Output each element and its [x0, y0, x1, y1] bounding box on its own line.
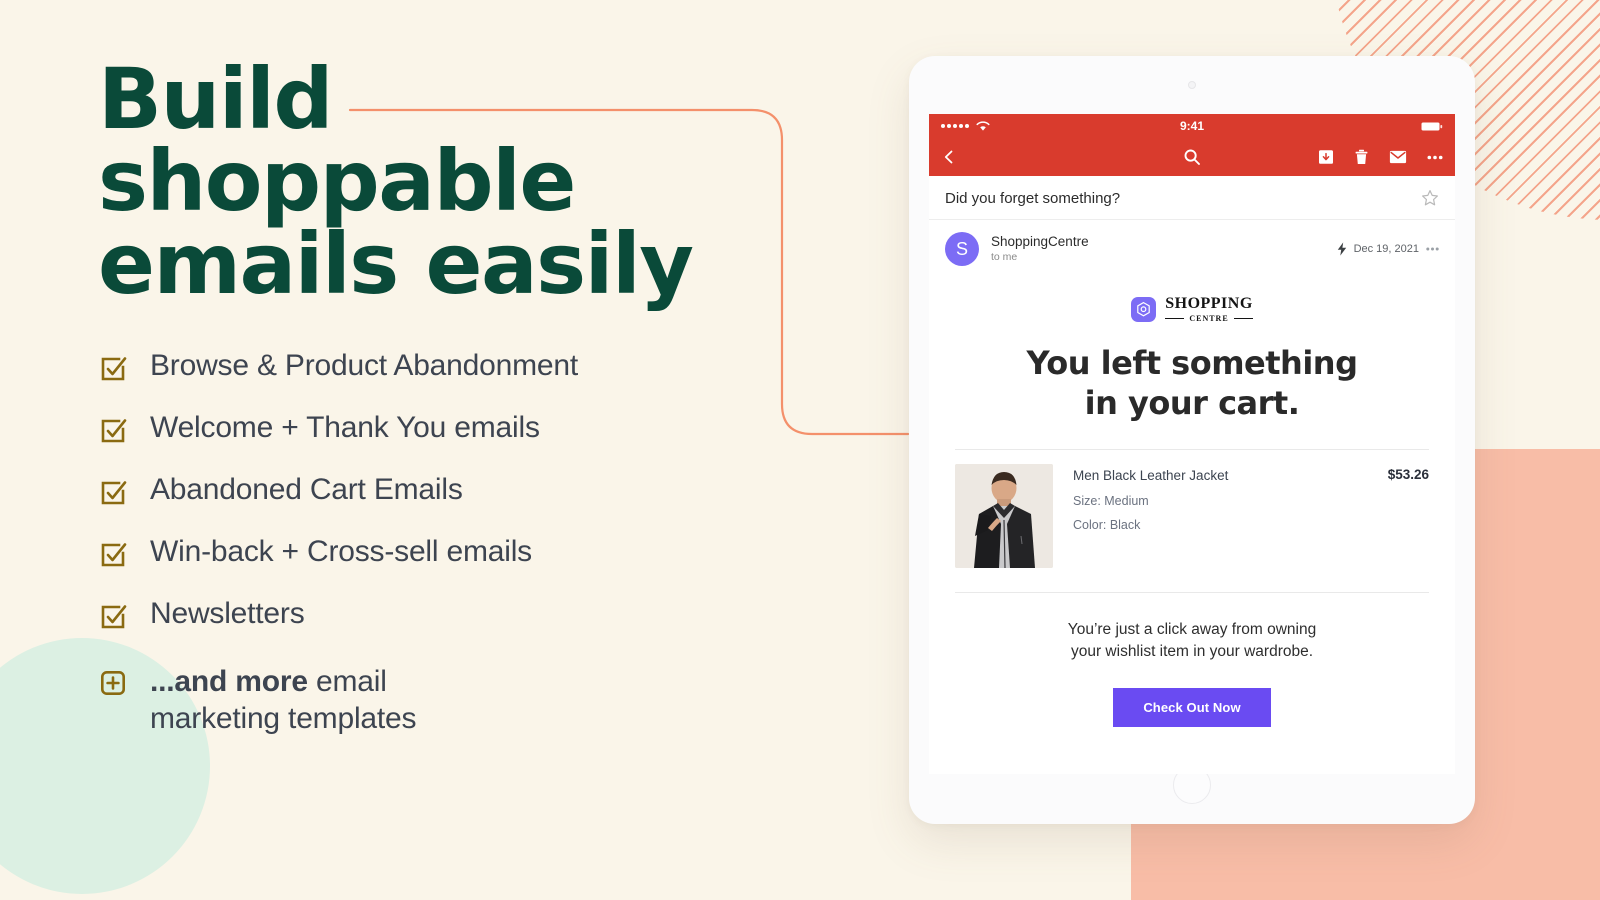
brand-rule-right: [1233, 317, 1253, 320]
camera-dot-icon: [1188, 81, 1196, 89]
lightning-bolt-icon: [1337, 242, 1347, 256]
promo-column: Build shoppable emails easily Browse & P…: [98, 50, 798, 760]
checkbox-checked-icon: [98, 416, 128, 451]
status-time: 9:41: [1179, 119, 1205, 133]
email-headline-line-2: in your cart.: [1084, 384, 1300, 422]
brand-subtitle: CENTRE: [1189, 314, 1229, 323]
headline-line-2: shoppable: [98, 132, 576, 231]
product-row: Men Black Leather Jacket Size: Medium Co…: [955, 450, 1429, 592]
checkbox-checked-icon: [98, 478, 128, 513]
trash-icon[interactable]: [1354, 149, 1369, 165]
email-date: Dec 19, 2021: [1353, 243, 1419, 255]
cta-copy-line-2: your wishlist item in your wardrobe.: [1070, 643, 1314, 661]
email-body: SHOPPING CENTRE You left something in yo…: [929, 276, 1455, 727]
overflow-menu-icon[interactable]: [1427, 155, 1443, 160]
plus-box-icon: [98, 668, 128, 703]
product-price: $53.26: [1387, 467, 1429, 482]
mail-app-bar: [929, 138, 1455, 176]
avatar[interactable]: S: [945, 232, 979, 266]
list-item-label: Abandoned Cart Emails: [150, 472, 463, 506]
list-item-label: Welcome + Thank You emails: [150, 410, 540, 444]
list-item: Browse & Product Abandonment: [98, 349, 798, 389]
sender-row: S ShoppingCentre to me Dec 19, 2021: [929, 220, 1455, 276]
email-headline-line-1: You left something: [1026, 344, 1358, 382]
more-label-strong: ...and more: [150, 664, 308, 698]
hexagon-logo-icon: [1131, 297, 1157, 322]
more-label-rest: email: [307, 664, 387, 698]
subject-row: Did you forget something?: [929, 176, 1455, 220]
status-bar: 9:41: [929, 114, 1455, 138]
list-item: Win-back + Cross-sell emails: [98, 535, 798, 575]
brand-name: SHOPPING: [1165, 295, 1253, 312]
list-item: Newsletters: [98, 597, 798, 637]
product-title: Men Black Leather Jacket: [1073, 468, 1229, 483]
cta-block: You’re just a click away from owning you…: [955, 593, 1429, 727]
product-color: Color: Black: [1073, 517, 1141, 532]
list-item-label: Win-back + Cross-sell emails: [150, 534, 532, 568]
back-arrow-icon[interactable]: [941, 149, 957, 165]
headline-line-3: emails easily: [98, 214, 694, 313]
battery-full-icon: [1421, 121, 1443, 132]
email-subject: Did you forget something?: [945, 189, 1121, 207]
search-icon[interactable]: [1183, 148, 1201, 166]
list-item: Welcome + Thank You emails: [98, 411, 798, 451]
more-label-line2: marketing templates: [150, 702, 417, 736]
list-item-more: ...and more email marketing templates: [98, 663, 798, 738]
tablet-device-mockup: 9:41 Did you forget something? S Shoppin…: [909, 56, 1475, 824]
sender-name: ShoppingCentre: [991, 233, 1089, 249]
signal-dots-icon: [941, 124, 969, 128]
headline-line-1: Build: [98, 50, 334, 148]
brand-rule-left: [1165, 317, 1185, 320]
list-item-label: Newsletters: [150, 596, 305, 630]
list-item: Abandoned Cart Emails: [98, 473, 798, 513]
feature-list: Browse & Product Abandonment Welcome + T…: [98, 349, 798, 738]
check-out-now-button[interactable]: Check Out Now: [1113, 687, 1271, 727]
star-outline-icon[interactable]: [1421, 189, 1439, 207]
leather-jacket-photo: [955, 464, 1053, 568]
list-item-label: Browse & Product Abandonment: [150, 348, 578, 382]
cta-copy: You’re just a click away from owning you…: [963, 619, 1421, 664]
archive-icon[interactable]: [1318, 149, 1334, 165]
device-screen: 9:41 Did you forget something? S Shoppin…: [929, 114, 1455, 774]
wifi-icon: [976, 120, 990, 132]
sender-recipient[interactable]: to me: [991, 251, 1337, 265]
checkbox-checked-icon: [98, 602, 128, 637]
mail-icon[interactable]: [1389, 150, 1407, 164]
product-size: Size: Medium: [1073, 493, 1149, 508]
brand-lockup: SHOPPING CENTRE: [955, 296, 1429, 323]
page-title: Build shoppable emails easily: [98, 50, 798, 313]
overflow-menu-icon[interactable]: [1426, 247, 1439, 251]
email-headline: You left something in your cart.: [955, 343, 1429, 423]
checkbox-checked-icon: [98, 354, 128, 389]
cta-copy-line-1: You’re just a click away from owning: [1067, 621, 1317, 638]
checkbox-checked-icon: [98, 540, 128, 575]
